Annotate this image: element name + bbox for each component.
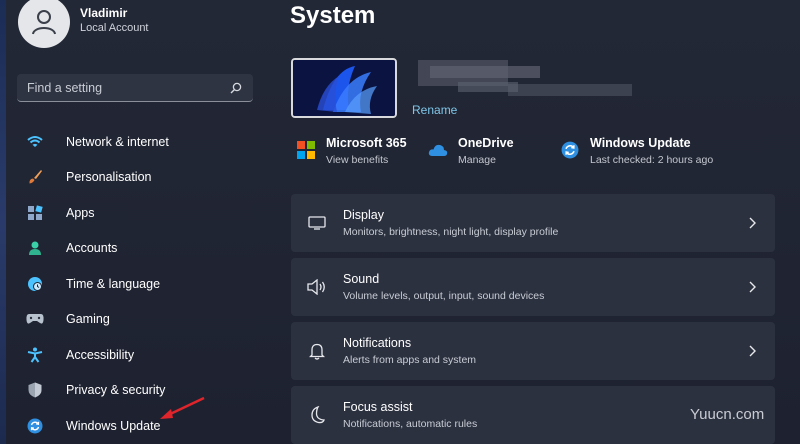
main-content: System Rename Microsoft 365 View benefit… bbox=[280, 0, 800, 444]
sidebar-item-label: Personalisation bbox=[66, 170, 152, 185]
sidebar-item-privacy-security[interactable]: Privacy & security bbox=[16, 373, 262, 409]
user-profile[interactable]: Vladimir Local Account bbox=[18, 0, 149, 48]
search-input[interactable]: Find a setting bbox=[17, 74, 253, 102]
sidebar-item-label: Network & internet bbox=[66, 134, 169, 149]
profile-name: Vladimir bbox=[80, 6, 128, 20]
search-icon[interactable] bbox=[229, 81, 243, 95]
settings-card-notifications[interactable]: Notifications Alerts from apps and syste… bbox=[291, 322, 775, 380]
card-title: Focus assist bbox=[343, 400, 413, 414]
user-silhouette-icon bbox=[32, 10, 56, 35]
sidebar-item-label: Accessibility bbox=[66, 347, 135, 362]
quick-link-title: OneDrive bbox=[458, 136, 514, 150]
card-title: Notifications bbox=[343, 336, 412, 350]
card-subtitle: Monitors, brightness, night light, displ… bbox=[343, 226, 559, 238]
person-icon bbox=[26, 239, 44, 257]
card-title: Sound bbox=[343, 272, 380, 286]
settings-card-sound[interactable]: Sound Volume levels, output, input, soun… bbox=[291, 258, 775, 316]
moon-icon bbox=[307, 406, 327, 424]
sidebar-item-personalisation[interactable]: Personalisation bbox=[16, 160, 262, 196]
settings-window: Vladimir Local Account Find a setting Ne… bbox=[0, 0, 800, 444]
wifi-icon bbox=[26, 133, 44, 151]
device-name-redacted bbox=[418, 60, 632, 100]
sidebar-item-windows-update[interactable]: Windows Update bbox=[16, 408, 262, 444]
card-subtitle: Volume levels, output, input, sound devi… bbox=[343, 290, 545, 302]
sidebar-item-label: Accounts bbox=[66, 241, 118, 256]
sidebar-item-label: Windows Update bbox=[66, 418, 161, 433]
quick-link-title: Windows Update bbox=[590, 136, 691, 150]
sidebar-item-label: Time & language bbox=[66, 276, 161, 291]
onedrive-link[interactable]: OneDrive Manage bbox=[428, 134, 514, 168]
sidebar-item-apps[interactable]: Apps bbox=[16, 195, 262, 231]
rename-link[interactable]: Rename bbox=[412, 103, 457, 117]
cloud-icon bbox=[428, 140, 448, 160]
sidebar-item-accounts[interactable]: Accounts bbox=[16, 231, 262, 267]
annotation-arrow-icon bbox=[160, 396, 205, 419]
update-icon bbox=[26, 417, 44, 435]
sidebar-item-network[interactable]: Network & internet bbox=[16, 124, 262, 160]
sidebar-nav: Network & internet Personalisation Apps … bbox=[16, 124, 262, 444]
quick-link-subtitle: View benefits bbox=[326, 154, 389, 166]
sidebar: Vladimir Local Account Find a setting Ne… bbox=[6, 0, 268, 444]
card-subtitle: Notifications, automatic rules bbox=[343, 418, 478, 430]
sidebar-item-label: Privacy & security bbox=[66, 383, 166, 398]
card-title: Display bbox=[343, 208, 384, 222]
card-subtitle: Alerts from apps and system bbox=[343, 354, 477, 366]
profile-account-type: Local Account bbox=[80, 22, 149, 34]
microsoft-logo-icon bbox=[296, 140, 316, 160]
gamepad-icon bbox=[26, 310, 44, 328]
sidebar-item-accessibility[interactable]: Accessibility bbox=[16, 337, 262, 373]
windows-update-link[interactable]: Windows Update Last checked: 2 hours ago bbox=[560, 134, 713, 168]
avatar[interactable] bbox=[18, 0, 70, 48]
quick-link-title: Microsoft 365 bbox=[326, 136, 407, 150]
search-placeholder: Find a setting bbox=[27, 80, 103, 95]
chevron-right-icon bbox=[747, 344, 757, 358]
quick-link-subtitle: Manage bbox=[458, 154, 496, 166]
brush-icon bbox=[26, 168, 44, 186]
chevron-right-icon bbox=[747, 216, 757, 230]
device-wallpaper-thumbnail bbox=[291, 58, 397, 118]
sidebar-item-time-language[interactable]: Time & language bbox=[16, 266, 262, 302]
bell-icon bbox=[307, 342, 327, 360]
quick-link-subtitle: Last checked: 2 hours ago bbox=[590, 154, 714, 166]
shield-icon bbox=[26, 381, 44, 399]
monitor-icon bbox=[307, 214, 327, 232]
page-title: System bbox=[290, 2, 376, 29]
accessibility-icon bbox=[26, 346, 44, 364]
update-icon bbox=[560, 140, 580, 160]
settings-card-display[interactable]: Display Monitors, brightness, night ligh… bbox=[291, 194, 775, 252]
speaker-icon bbox=[307, 278, 327, 296]
microsoft-365-link[interactable]: Microsoft 365 View benefits bbox=[296, 134, 407, 168]
chevron-right-icon bbox=[747, 280, 757, 294]
sidebar-item-label: Apps bbox=[66, 205, 95, 220]
sidebar-item-label: Gaming bbox=[66, 312, 110, 327]
apps-icon bbox=[26, 204, 44, 222]
sidebar-item-gaming[interactable]: Gaming bbox=[16, 302, 262, 338]
globe-clock-icon bbox=[26, 275, 44, 293]
watermark: Yuucn.com bbox=[690, 406, 765, 423]
